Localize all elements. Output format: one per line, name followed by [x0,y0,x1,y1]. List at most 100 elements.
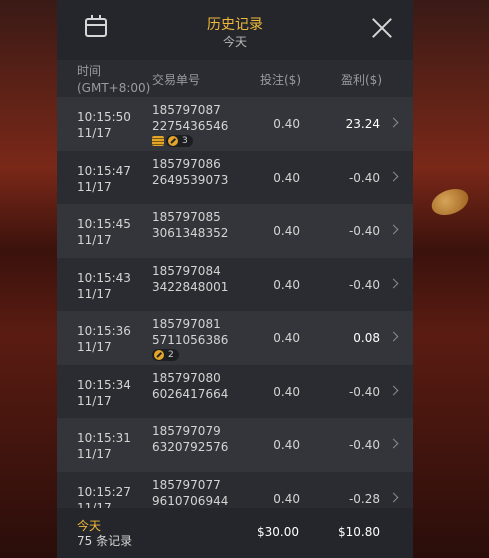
close-icon[interactable] [371,17,393,39]
row-id-line2: 3422848001 [152,279,229,294]
table-row[interactable]: 10:15:47 11/17 185797086 2649539073 0.40 -0.4… [57,150,413,204]
row-id-line2: 3061348352 [152,226,229,240]
row-transaction-id: 185797084 3422848001 [152,263,228,295]
row-timestamp: 10:15:34 11/17 [77,377,131,409]
row-time: 10:15:31 [77,431,131,445]
row-timestamp: 10:15:47 11/17 [77,163,131,195]
row-bet: 0.40 [273,438,300,452]
table-row[interactable]: 10:15:27 11/17 185797077 9610706944 0.40 -0.2… [57,471,413,509]
row-date: 11/17 [77,447,112,461]
table-row[interactable]: 10:15:45 11/17 185797085 3061348352 0.40 -0.4… [57,204,413,258]
row-profit: 23.24 [345,117,380,131]
row-timestamp: 10:15:31 11/17 [77,430,131,462]
bet-column-header: 投注($) [260,73,301,87]
background-left [0,0,57,558]
row-profit: -0.40 [348,277,380,292]
row-profit: -0.40 [348,384,380,399]
row-bet: 0.40 [273,331,300,345]
table-row[interactable]: 10:15:34 11/17 185797080 6026417664 0.40 -0.4… [57,364,413,418]
row-bet: 0.40 [273,224,300,238]
chevron-right-icon [388,224,399,235]
row-date: 11/17 [77,179,112,194]
row-profit: -0.40 [348,224,380,238]
summary-footer: 今天 75 条记录 $30.00 $10.80 [57,508,413,558]
row-profit: -0.40 [348,170,380,185]
row-id-line2: 5711056386 [152,333,229,347]
row-transaction-id: 185797087 2275436546 [152,102,228,134]
row-transaction-id: 185797077 9610706944 [152,477,228,509]
row-transaction-id: 185797081 5711056386 [152,316,228,348]
column-header: 时间 (GMT+8:00) 交易单号 投注($) 盈利($) [57,60,413,97]
row-id-line2: 2275436546 [152,119,229,133]
row-time: 10:15:34 [77,377,131,392]
row-bet: 0.40 [273,277,300,292]
profit-column-header: 盈利($) [341,73,382,87]
row-bet: 0.40 [273,384,300,399]
row-transaction-id: 185797086 2649539073 [152,156,228,188]
row-date: 11/17 [77,286,112,301]
row-id-line1: 185797080 [152,370,221,385]
row-timestamp: 10:15:36 11/17 [77,323,131,355]
row-date: 11/17 [77,393,112,408]
row-id-line2: 9610706944 [152,493,229,508]
record-count: 75 条记录 [77,534,133,548]
row-date: 11/17 [77,500,112,509]
row-profit: -0.40 [348,438,380,452]
row-bet: 0.40 [273,117,300,131]
row-time: 10:15:47 [77,163,131,178]
chevron-right-icon [388,331,399,342]
row-transaction-id: 185797085 3061348352 [152,209,228,241]
panel-header: 历史记录 今天 [57,0,413,60]
total-profit: $10.80 [338,525,380,539]
page-title: 历史记录 [207,17,263,33]
background-right [413,0,489,558]
row-bet: 0.40 [273,170,300,185]
chevron-right-icon [388,385,399,395]
row-id-line1: 185797077 [152,477,221,492]
timezone-label: (GMT+8:00) [77,81,151,95]
free-game-icon [168,135,178,146]
row-time: 10:15:43 [77,270,131,285]
row-transaction-id: 185797079 6320792576 [152,423,228,455]
row-id-line1: 185797087 [152,103,221,117]
history-list: 10:15:50 11/17 185797087 2275436546 3 0.40 23.… [57,97,413,508]
row-transaction-id: 185797080 6026417664 [152,370,228,402]
date-filter-label: 今天 [222,35,247,49]
row-id-line2: 6026417664 [152,386,229,401]
row-profit: 0.08 [353,331,380,345]
badge-count: 3 [182,135,188,146]
badge-count: 2 [168,349,174,360]
row-time: 10:15:45 [77,217,131,231]
row-id-line1: 185797079 [152,424,221,438]
time-header-label: 时间 [77,64,102,78]
coin-stack-icon [152,135,164,146]
row-time: 10:15:27 [77,484,131,499]
transaction-id-column-header: 交易单号 [152,73,201,87]
chevron-right-icon [388,117,399,128]
row-date: 11/17 [77,340,112,354]
table-row[interactable]: 10:15:43 11/17 185797084 3422848001 0.40 -0.4… [57,257,413,311]
free-game-icon [154,349,164,360]
table-row[interactable]: 10:15:50 11/17 185797087 2275436546 3 0.40 23.… [57,97,413,151]
history-panel: 历史记录 今天 时间 (GMT+8:00) 交易单号 投注($) 盈利($) 10… [57,0,413,558]
total-bet: $30.00 [257,525,299,539]
badge-pill: 3 [166,134,193,147]
chevron-right-icon [388,278,399,288]
row-time: 10:15:36 [77,324,131,338]
free-spin-badge: 2 [152,348,179,361]
row-id-line1: 185797086 [152,156,221,171]
row-id-line2: 2649539073 [152,172,229,187]
row-timestamp: 10:15:43 11/17 [77,270,131,302]
row-timestamp: 10:15:27 11/17 [77,484,131,509]
table-row[interactable]: 10:15:36 11/17 185797081 5711056386 2 0.40 0.0… [57,311,413,365]
row-timestamp: 10:15:50 11/17 [77,109,131,141]
time-column-header: 时间 (GMT+8:00) [77,63,150,97]
table-row[interactable]: 10:15:31 11/17 185797079 6320792576 0.40 -0.4… [57,418,413,472]
row-id-line1: 185797084 [152,263,221,278]
row-id-line1: 185797085 [152,210,221,224]
row-time: 10:15:50 [77,110,131,124]
row-bet: 0.40 [273,491,300,506]
chevron-right-icon [388,171,399,181]
chevron-right-icon [388,492,399,502]
row-date: 11/17 [77,126,112,140]
